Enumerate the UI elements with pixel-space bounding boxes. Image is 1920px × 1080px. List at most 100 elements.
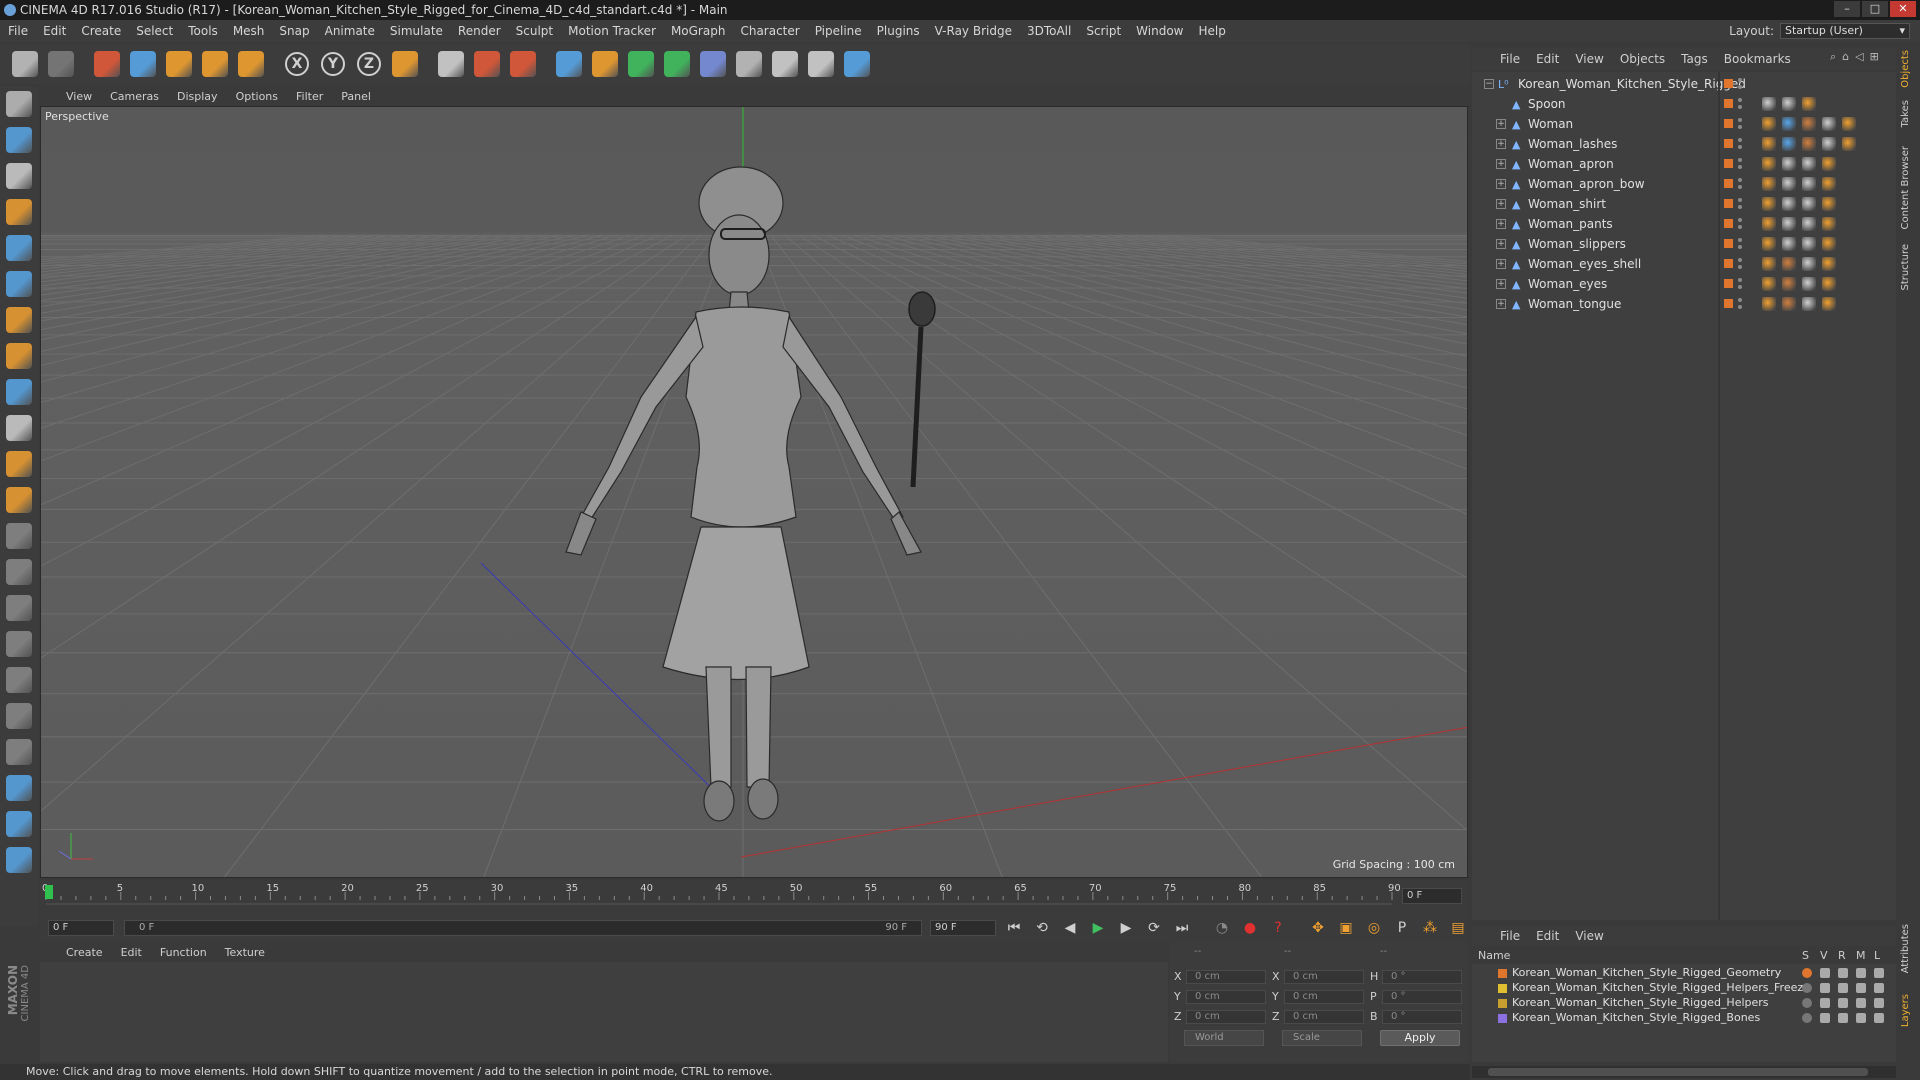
viewport-menu-view[interactable]: View [66, 90, 92, 103]
layer-color-swatch[interactable] [1498, 1014, 1507, 1023]
object-tag-icon[interactable] [1802, 297, 1816, 311]
planar-workplane-button[interactable] [2, 808, 36, 840]
key-position-button[interactable]: ✥ [1306, 916, 1330, 940]
material-menu-edit[interactable]: Edit [121, 946, 142, 959]
rotate-button[interactable] [198, 47, 232, 81]
layer-column-m[interactable]: M [1856, 949, 1866, 962]
side-tab-layers[interactable]: Layers [1900, 994, 1918, 1027]
material-menu-texture[interactable]: Texture [225, 946, 265, 959]
object-tag-icon[interactable] [1782, 137, 1796, 151]
lock-icon[interactable] [1874, 983, 1884, 993]
viewport-menu-cameras[interactable]: Cameras [110, 90, 159, 103]
object-tag-icon[interactable] [1802, 277, 1816, 291]
model-mode-button[interactable] [2, 124, 36, 156]
visibility-dots[interactable] [1738, 118, 1742, 130]
coord-rotation-field[interactable]: 0 ° [1382, 970, 1462, 984]
viewport-scene[interactable] [41, 107, 1468, 878]
layer-color-swatch[interactable] [1498, 999, 1507, 1008]
object-menu-edit[interactable]: Edit [1536, 52, 1559, 66]
layer-column-v[interactable]: V [1820, 949, 1828, 962]
object-menu-objects[interactable]: Objects [1620, 52, 1665, 66]
layout-dropdown[interactable]: Startup (User) [1780, 23, 1910, 39]
timeline-ruler[interactable]: 051015202530354045505560657075808590 0 F [40, 880, 1468, 914]
menu-script[interactable]: Script [1086, 24, 1121, 38]
render-icon[interactable] [1838, 998, 1848, 1008]
menu-animate[interactable]: Animate [325, 24, 375, 38]
layer-column-r[interactable]: R [1838, 949, 1846, 962]
snapping-button[interactable] [2, 412, 36, 444]
object-menu-view[interactable]: View [1575, 52, 1603, 66]
expand-icon[interactable]: + [1496, 139, 1506, 149]
light-button[interactable] [804, 47, 838, 81]
object-tag-icon[interactable] [1762, 117, 1776, 131]
object-tag-icon[interactable] [1782, 277, 1796, 291]
make-editable-button[interactable] [2, 88, 36, 120]
object-tag-icon[interactable] [1762, 297, 1776, 311]
object-row[interactable]: + ▲ Woman_tongue [1472, 294, 1896, 314]
key-scale-button[interactable]: ▣ [1334, 916, 1358, 940]
object-tag-icon[interactable] [1822, 157, 1836, 171]
visibility-dots[interactable] [1738, 238, 1742, 250]
expand-icon[interactable]: + [1496, 259, 1506, 269]
next-frame-button[interactable]: ▶ [1114, 916, 1138, 940]
collapse-icon[interactable]: − [1484, 79, 1494, 89]
visibility-dots[interactable] [1738, 258, 1742, 270]
material-manager-area[interactable] [40, 962, 1168, 1062]
object-tag-icon[interactable] [1822, 257, 1836, 271]
menu-create[interactable]: Create [81, 24, 121, 38]
manager-icon[interactable] [1856, 968, 1866, 978]
expand-icon[interactable]: + [1496, 179, 1506, 189]
coord-position-field[interactable]: 0 cm [1186, 1010, 1266, 1024]
bone-tool-2-button[interactable] [2, 556, 36, 588]
object-tag-icon[interactable] [1782, 217, 1796, 231]
object-tag-icon[interactable] [1782, 97, 1796, 111]
object-tag-icon[interactable] [1842, 137, 1856, 151]
visibility-dots[interactable] [1738, 138, 1742, 150]
menu-select[interactable]: Select [136, 24, 173, 38]
side-tab-attributes[interactable]: Attributes [1900, 924, 1918, 973]
solo-icon[interactable] [1802, 968, 1812, 978]
play-forward-button[interactable]: ▶ [1086, 916, 1110, 940]
edges-mode-button[interactable] [2, 268, 36, 300]
close-icon[interactable]: ✕ [1890, 1, 1916, 17]
render-icon[interactable] [1838, 1013, 1848, 1023]
object-tag-icon[interactable] [1822, 177, 1836, 191]
python-script-button[interactable] [2, 844, 36, 876]
object-tag-icon[interactable] [1802, 97, 1816, 111]
render-icon[interactable] [1838, 983, 1848, 993]
visibility-dots[interactable] [1738, 98, 1742, 110]
points-mode-button[interactable] [2, 232, 36, 264]
solo-icon[interactable] [1802, 998, 1812, 1008]
visibility-dots[interactable] [1738, 278, 1742, 290]
pen-spline-button[interactable] [588, 47, 622, 81]
layer-color-swatch[interactable] [1498, 969, 1507, 978]
layer-color-swatch[interactable] [1498, 984, 1507, 993]
manager-icon[interactable] [1856, 1013, 1866, 1023]
new-window-icon[interactable]: ⊞ [1870, 50, 1879, 64]
key-parameter-button[interactable]: P [1390, 916, 1414, 940]
visibility-dots[interactable] [1738, 78, 1742, 90]
menu-pipeline[interactable]: Pipeline [815, 24, 862, 38]
object-row[interactable]: + ▲ Woman_pants [1472, 214, 1896, 234]
home-icon[interactable]: ⌂ [1842, 50, 1849, 64]
coordinate-system-button[interactable] [388, 47, 422, 81]
cube-button[interactable] [552, 47, 586, 81]
object-menu-tags[interactable]: Tags [1681, 52, 1708, 66]
scale-button[interactable] [162, 47, 196, 81]
solo-icon[interactable] [1802, 1013, 1812, 1023]
joint-tool-button[interactable] [2, 484, 36, 516]
object-tag-icon[interactable] [1762, 217, 1776, 231]
autokeying-button[interactable]: ? [1266, 916, 1290, 940]
menu-v-ray-bridge[interactable]: V-Ray Bridge [935, 24, 1012, 38]
record-motion-button[interactable]: ◔ [1210, 916, 1234, 940]
object-tag-icon[interactable] [1802, 217, 1816, 231]
object-manager-column-divider[interactable] [1718, 72, 1720, 920]
coordinate-mode-select[interactable]: Scale [1282, 1030, 1362, 1046]
key-pla-button[interactable]: ⁂ [1418, 916, 1442, 940]
object-tag-icon[interactable] [1782, 177, 1796, 191]
tweak-mode-button[interactable] [2, 376, 36, 408]
object-tag-icon[interactable] [1762, 257, 1776, 271]
menu-tools[interactable]: Tools [188, 24, 218, 38]
object-row-root[interactable]: − L⁰ Korean_Woman_Kitchen_Style_Rigged [1472, 74, 1896, 94]
manager-icon[interactable] [1856, 998, 1866, 1008]
